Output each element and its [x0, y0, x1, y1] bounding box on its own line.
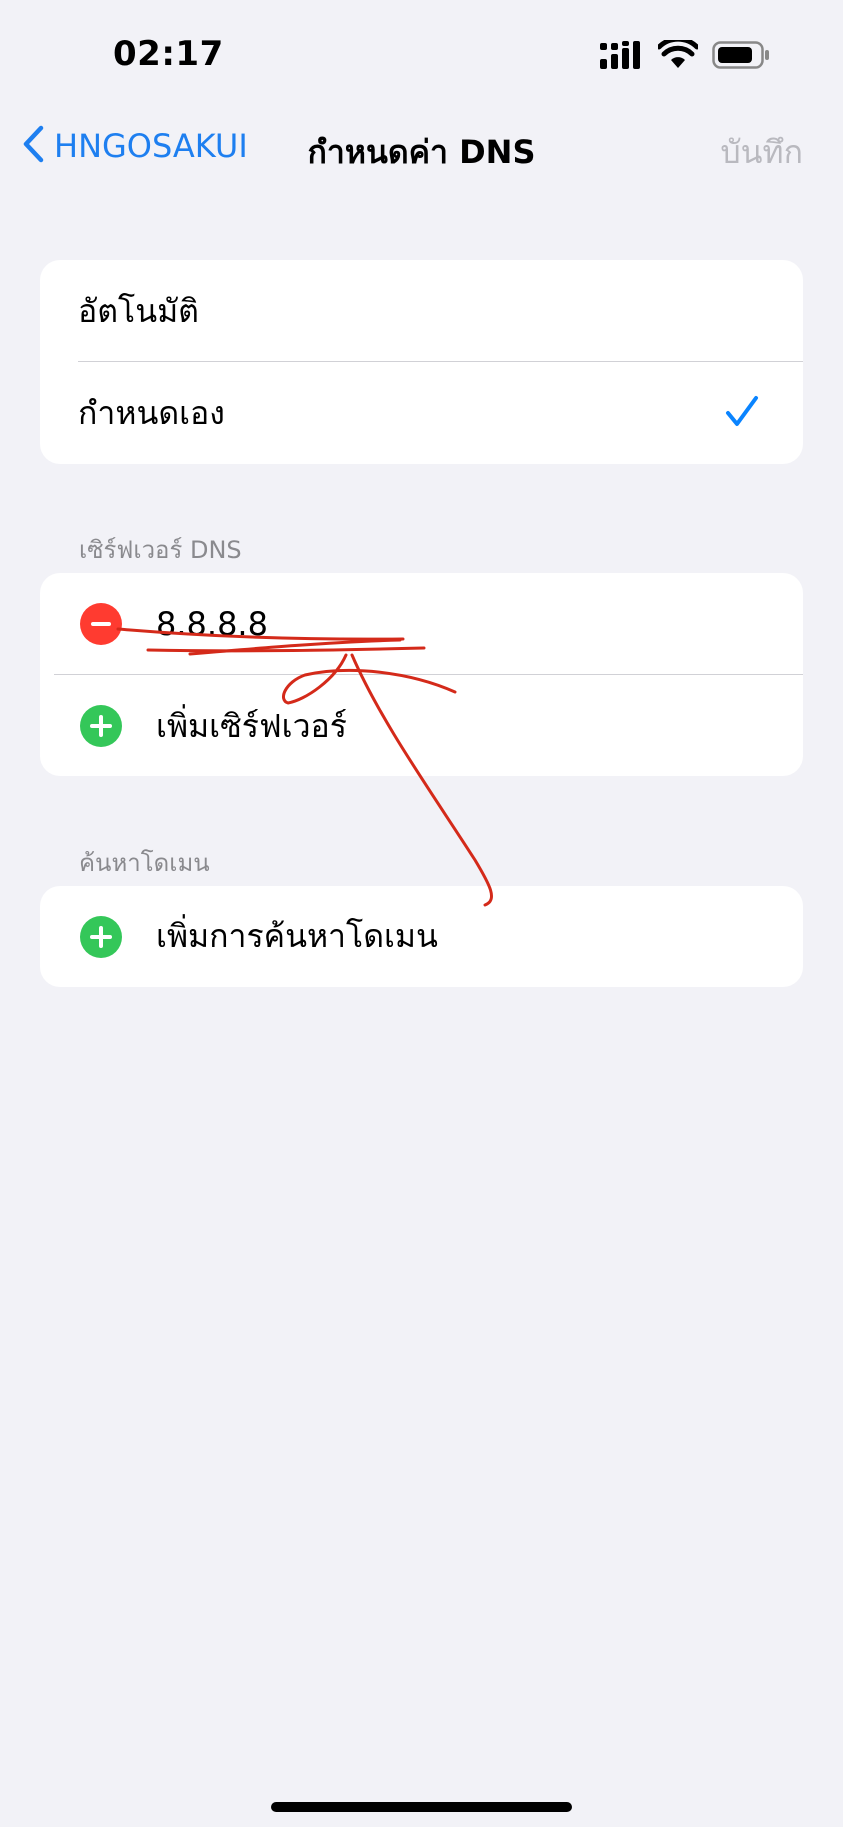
dns-server-row[interactable]: 8.8.8.8	[40, 573, 803, 675]
add-search-domain-icon[interactable]	[80, 915, 122, 958]
add-server-icon[interactable]	[80, 705, 122, 747]
cellular-signal-icon	[600, 41, 644, 73]
option-automatic-label: อัตโนมัติ	[78, 291, 199, 330]
dns-servers-card: 8.8.8.8 เพิ่มเซิร์ฟเวอร์	[40, 573, 803, 776]
save-button[interactable]: บันทึก	[720, 127, 803, 178]
home-indicator[interactable]	[271, 1802, 572, 1812]
option-automatic[interactable]: อัตโนมัติ	[40, 260, 803, 362]
search-domains-header: ค้นหาโดเมน	[79, 849, 210, 877]
battery-icon	[712, 40, 770, 74]
delete-server-button[interactable]	[80, 603, 122, 645]
add-search-domain-row[interactable]: เพิ่มการค้นหาโดเมน	[40, 886, 803, 987]
status-time: 02:17	[113, 34, 224, 74]
wifi-icon	[656, 36, 700, 74]
dns-servers-header: เซิร์ฟเวอร์ DNS	[79, 536, 242, 564]
add-server-label: เพิ่มเซิร์ฟเวอร์	[156, 706, 347, 745]
search-domains-card: เพิ่มการค้นหาโดเมน	[40, 886, 803, 987]
dns-mode-card: อัตโนมัติ กำหนดเอง	[40, 260, 803, 464]
add-search-domain-label: เพิ่มการค้นหาโดเมน	[156, 917, 438, 955]
option-manual-label: กำหนดเอง	[78, 393, 225, 432]
page-title: กำหนดค่า DNS	[307, 133, 536, 171]
option-manual[interactable]: กำหนดเอง	[40, 362, 803, 464]
status-icons	[600, 36, 770, 74]
dns-server-value[interactable]: 8.8.8.8	[156, 605, 268, 643]
checkmark-icon	[725, 395, 759, 433]
add-server-row[interactable]: เพิ่มเซิร์ฟเวอร์	[40, 675, 803, 776]
